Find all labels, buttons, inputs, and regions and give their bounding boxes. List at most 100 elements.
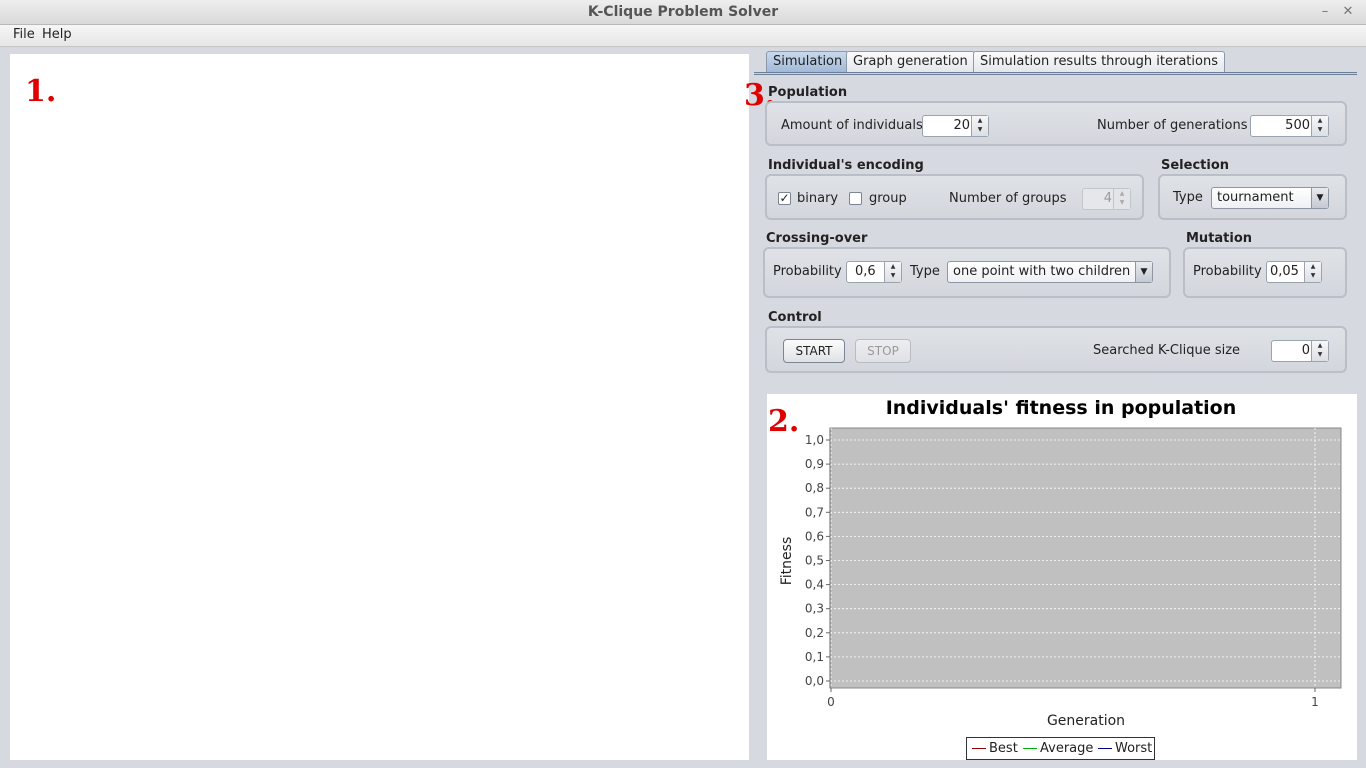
up-arrow-icon[interactable]: ▲ — [1305, 263, 1321, 271]
up-arrow-icon[interactable]: ▲ — [885, 263, 901, 271]
crossover-probability-label: Probability — [773, 264, 842, 279]
menu-file[interactable]: File — [13, 27, 35, 42]
minimize-icon[interactable]: – — [1317, 4, 1333, 20]
spinner-arrows[interactable]: ▲ ▼ — [884, 262, 901, 282]
mutation-title: Mutation — [1186, 231, 1253, 246]
control-group — [765, 326, 1347, 373]
selection-type-dropdown[interactable]: tournament ▼ — [1211, 187, 1329, 209]
number-generations-value: 500 — [1285, 118, 1310, 133]
legend-label: Best — [989, 741, 1018, 756]
y-tick-label: 0,9 — [805, 457, 824, 471]
fitness-chart-svg: Individuals' fitness in population 0,00,… — [779, 397, 1342, 729]
binary-checkbox[interactable]: ✓ — [778, 192, 791, 205]
x-tick-label: 1 — [1311, 695, 1319, 709]
amount-individuals-label: Amount of individuals — [781, 118, 923, 133]
mutation-probability-label: Probability — [1193, 264, 1262, 279]
y-tick-label: 1,0 — [805, 433, 824, 447]
down-arrow-icon[interactable]: ▼ — [1305, 272, 1321, 280]
down-arrow-icon[interactable]: ▼ — [1312, 126, 1328, 134]
spinner-arrows[interactable]: ▲ ▼ — [1311, 341, 1328, 361]
group-label: group — [869, 191, 907, 206]
y-tick-label: 0,0 — [805, 674, 824, 688]
y-tick-label: 0,7 — [805, 505, 824, 519]
number-groups-label: Number of groups — [949, 191, 1067, 206]
y-tick-label: 0,1 — [805, 650, 824, 664]
mutation-probability-value: 0,05 — [1270, 264, 1299, 279]
tab-simulation[interactable]: Simulation — [766, 51, 850, 73]
selection-type-label: Type — [1173, 190, 1203, 205]
y-tick-label: 0,6 — [805, 529, 824, 543]
crossover-probability-value: 0,6 — [855, 264, 876, 279]
kclique-size-value: 0 — [1301, 343, 1310, 358]
up-arrow-icon[interactable]: ▲ — [1312, 342, 1328, 350]
chevron-down-icon[interactable]: ▼ — [1135, 262, 1152, 282]
spinner-arrows[interactable]: ▲ ▼ — [1311, 116, 1328, 136]
legend-item-average: Average — [1023, 741, 1093, 756]
legend-label: Worst — [1115, 741, 1153, 756]
menu-help-label: Help — [42, 27, 72, 42]
marker-chart: 2. — [768, 404, 800, 439]
crossover-title: Crossing-over — [766, 231, 868, 246]
binary-label: binary — [797, 191, 839, 206]
tab-graph-generation[interactable]: Graph generation — [846, 51, 975, 73]
number-generations-label: Number of generations — [1097, 118, 1248, 133]
up-arrow-icon[interactable]: ▲ — [972, 117, 988, 125]
chart-title: Individuals' fitness in population — [886, 397, 1237, 419]
chevron-down-icon[interactable]: ▼ — [1311, 188, 1328, 208]
y-tick-label: 0,4 — [805, 578, 824, 592]
number-generations-spinner[interactable]: 500 ▲ ▼ — [1250, 115, 1329, 137]
spinner-arrows[interactable]: ▲ ▼ — [1113, 189, 1130, 209]
group-checkbox[interactable] — [849, 192, 862, 205]
amount-individuals-spinner[interactable]: 20 ▲ ▼ — [922, 115, 989, 137]
crossover-type-label: Type — [910, 264, 940, 279]
legend-item-worst: Worst — [1098, 741, 1152, 756]
kclique-size-spinner[interactable]: 0 ▲ ▼ — [1271, 340, 1329, 362]
menu-file-label: File — [13, 27, 35, 42]
title-bar: K-Clique Problem Solver – ✕ — [0, 0, 1366, 25]
menu-bar: File Help — [0, 25, 1366, 47]
x-axis: 01 — [827, 688, 1319, 709]
spinner-arrows[interactable]: ▲ ▼ — [971, 116, 988, 136]
down-arrow-icon[interactable]: ▼ — [972, 126, 988, 134]
down-arrow-icon[interactable]: ▼ — [885, 272, 901, 280]
fitness-chart: Individuals' fitness in population 0,0 0,… — [767, 394, 1357, 760]
spinner-arrows[interactable]: ▲ ▼ — [1304, 262, 1321, 282]
tab-simulation-results[interactable]: Simulation results through iterations — [973, 51, 1225, 73]
crossover-type-dropdown[interactable]: one point with two children ▼ — [947, 261, 1153, 283]
start-button[interactable]: START — [783, 339, 845, 363]
x-tick-label: 0 — [827, 695, 835, 709]
tab-separator — [754, 72, 1357, 75]
up-arrow-icon[interactable]: ▲ — [1114, 190, 1130, 198]
selection-type-value: tournament — [1217, 190, 1294, 205]
y-tick-label: 0,8 — [805, 481, 824, 495]
y-tick-label: 0,2 — [805, 626, 824, 640]
menu-help[interactable]: Help — [42, 27, 72, 42]
amount-individuals-value: 20 — [953, 118, 970, 133]
kclique-size-label: Searched K-Clique size — [1093, 343, 1241, 358]
down-arrow-icon[interactable]: ▼ — [1114, 199, 1130, 207]
population-title: Population — [768, 85, 848, 100]
plot-area — [829, 427, 1342, 689]
y-axis-label: Fitness — [779, 537, 795, 586]
window-title: K-Clique Problem Solver — [587, 4, 779, 20]
graph-canvas[interactable]: 1. — [10, 54, 749, 760]
down-arrow-icon[interactable]: ▼ — [1312, 351, 1328, 359]
legend-swatch — [1098, 748, 1112, 749]
y-axis: 0,0 0,1 0,2 0,3 0,4 0,5 0,6 0,7 0,8 0,9 1,0 — [805, 428, 831, 688]
close-icon[interactable]: ✕ — [1340, 4, 1356, 20]
number-groups-value: 4 — [1103, 191, 1112, 206]
up-arrow-icon[interactable]: ▲ — [1312, 117, 1328, 125]
stop-button[interactable]: STOP — [855, 339, 911, 363]
legend-swatch — [1023, 748, 1037, 749]
selection-title: Selection — [1161, 158, 1230, 173]
x-axis-label: Generation — [1047, 713, 1125, 729]
crossover-probability-spinner[interactable]: 0,6 ▲ ▼ — [846, 261, 902, 283]
crossover-type-value: one point with two children — [953, 264, 1131, 279]
encoding-title: Individual's encoding — [768, 158, 924, 173]
legend-item-best: Best — [972, 741, 1018, 756]
y-tick-label: 0,3 — [805, 602, 824, 616]
number-groups-spinner[interactable]: 4 ▲ ▼ — [1082, 188, 1131, 210]
y-tick-label: 0,5 — [805, 554, 824, 568]
legend-swatch — [972, 748, 986, 749]
mutation-probability-spinner[interactable]: 0,05 ▲ ▼ — [1266, 261, 1322, 283]
